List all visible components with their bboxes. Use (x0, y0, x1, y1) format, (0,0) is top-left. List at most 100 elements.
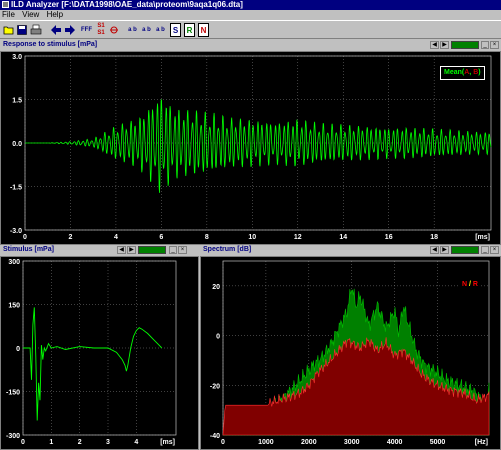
x-tick-label: 0 (21, 439, 25, 446)
y-tick-label: 1.5 (12, 98, 22, 105)
x-tick-label: 4 (134, 439, 138, 446)
stimulus-toggle-button[interactable] (109, 23, 119, 37)
x-tick-label: 8 (205, 234, 209, 241)
x-tick-label: 4 (114, 234, 118, 241)
y-tick-label: 3.0 (12, 54, 22, 61)
response-scroll-right-button[interactable]: ▶ (440, 41, 449, 49)
spectrum-scroll-right-button[interactable]: ▶ (440, 246, 449, 254)
stimulus-trace (23, 307, 163, 421)
spectrum-scroll-left-button[interactable]: ◀ (430, 246, 439, 254)
response-panel-header: Response to stimulus [mPa] (0, 40, 501, 50)
title-bar: ILD Analyzer [F:\DATA1998\OAE_data\prote… (0, 0, 501, 10)
ab-button-2[interactable]: a b (140, 23, 153, 37)
x-tick-label: 10 (248, 234, 256, 241)
x-unit-label: [ms] (475, 234, 490, 241)
x-tick-label: 3000 (344, 439, 360, 446)
print-button[interactable] (30, 23, 42, 37)
stimulus-panel-title: Stimulus [mPa] (3, 246, 54, 253)
x-unit-label: [Hz] (475, 439, 488, 446)
fff-button[interactable]: FFF (80, 23, 93, 37)
stimulus-plot-area: 0 1 2 3 4 300 150 0 -150 -300 [ms] (0, 256, 199, 450)
y-tick-label: 0 (216, 334, 220, 341)
y-tick-label: -20 (210, 383, 220, 390)
x-tick-label: 4000 (387, 439, 403, 446)
response-legend: Mean(A, B) (440, 66, 485, 80)
spectrum-plot-area: 0 1000 2000 3000 4000 5000 20 0 -20 -40 [Hz] N / R (200, 256, 501, 450)
stimulus-close-button[interactable]: × (178, 246, 187, 254)
ab-button-3[interactable]: a b (154, 23, 167, 37)
response-panel-title: Response to stimulus [mPa] (3, 41, 98, 48)
spectrum-panel-title: Spectrum [dB] (203, 246, 252, 253)
spectrum-legend: N / R (459, 279, 481, 291)
response-plot-area: 0 2 4 6 8 10 12 14 16 18 3.0 1.5 0.0 -1.5 -3.0 [ms] Mea… (0, 51, 501, 245)
s1-bottom-label: S1 (97, 30, 105, 36)
s1-button[interactable]: S1 S1 (96, 23, 106, 37)
legend-close: ) (478, 69, 481, 76)
x-tick-label: 2 (69, 234, 73, 241)
y-tick-label: -150 (6, 390, 20, 397)
x-tick-label: 14 (339, 234, 347, 241)
y-tick-label: -40 (210, 433, 220, 440)
arrow-left-icon (51, 25, 61, 35)
response-panel: Response to stimulus [mPa] ◀ ▶ _ × 0 2 4 6 8… (0, 40, 501, 245)
y-tick-label: 150 (8, 303, 20, 310)
response-scroll-left-button[interactable]: ◀ (430, 41, 439, 49)
y-tick-label: 0.0 (12, 141, 22, 148)
x-tick-label: 6 (159, 234, 163, 241)
ild-analyzer-window: ILD Analyzer [F:\DATA1998\OAE_data\prote… (0, 0, 501, 450)
x-tick-label: 18 (430, 234, 438, 241)
response-minimize-button[interactable]: _ (481, 41, 489, 49)
print-icon (30, 24, 42, 35)
y-tick-label: 0 (16, 346, 20, 353)
s1-top-label: S1 (97, 23, 105, 29)
x-tick-label: 12 (294, 234, 302, 241)
menu-view[interactable]: View (22, 10, 39, 20)
response-close-button[interactable]: × (490, 41, 499, 49)
x-tick-label: 1 (49, 439, 53, 446)
stimulus-zoom-slider[interactable] (138, 246, 166, 254)
x-unit-label: [ms] (160, 439, 175, 446)
back-button[interactable] (50, 23, 62, 37)
toolbar: FFF S1 S1 a b a b a b S R N (0, 20, 501, 39)
x-tick-label: 2000 (301, 439, 317, 446)
show-response-button[interactable]: R (184, 23, 195, 37)
x-tick-label: 5000 (430, 439, 446, 446)
menu-file[interactable]: File (2, 10, 15, 20)
response-chart: 0 2 4 6 8 10 12 14 16 18 3.0 1.5 0.0 -1.5 -3.0 [ms] (10, 54, 492, 241)
spectrum-zoom-slider[interactable] (451, 246, 479, 254)
response-zoom-slider[interactable] (451, 41, 479, 49)
show-noise-button[interactable]: N (198, 23, 209, 37)
x-tick-label: 0 (221, 439, 225, 446)
stimulus-panel: Stimulus [mPa] ◀ ▶ _ × 0 1 2 3 4 300 150 0 -150 -… (0, 245, 199, 450)
y-tick-label: 20 (212, 284, 220, 291)
y-tick-label: -3.0 (10, 228, 22, 235)
spectrum-chart: 0 1000 2000 3000 4000 5000 20 0 -20 -40 [Hz] (210, 260, 490, 446)
spectrum-close-button[interactable]: × (490, 246, 499, 254)
x-tick-label: 2 (78, 439, 82, 446)
menu-bar: File View Help (0, 10, 501, 20)
spectrum-panel: Spectrum [dB] ◀ ▶ _ × 0 1000 2000 3000 4000 5… (200, 245, 501, 450)
forward-button[interactable] (64, 23, 76, 37)
app-icon (2, 1, 9, 8)
stimulus-scroll-right-button[interactable]: ▶ (127, 246, 136, 254)
stimulus-scroll-left-button[interactable]: ◀ (117, 246, 126, 254)
response-trace (25, 99, 492, 193)
x-tick-label: 3 (106, 439, 110, 446)
legend-r-label: R (472, 281, 478, 288)
show-signal-button[interactable]: S (170, 23, 181, 37)
open-folder-icon (3, 26, 14, 35)
menu-help[interactable]: Help (47, 10, 63, 20)
stimulus-icon (110, 26, 118, 34)
arrow-right-icon (65, 25, 75, 35)
x-tick-label: 0 (23, 234, 27, 241)
x-tick-label: 16 (385, 234, 393, 241)
ab-button-1[interactable]: a b (126, 23, 139, 37)
save-button[interactable] (16, 23, 28, 37)
stimulus-chart: 0 1 2 3 4 300 150 0 -150 -300 [ms] (6, 259, 177, 446)
x-tick-label: 1000 (258, 439, 274, 446)
y-tick-label: 300 (8, 259, 20, 266)
spectrum-minimize-button[interactable]: _ (481, 246, 489, 254)
save-icon (17, 25, 27, 35)
stimulus-minimize-button[interactable]: _ (169, 246, 177, 254)
open-folder-button[interactable] (3, 23, 15, 37)
